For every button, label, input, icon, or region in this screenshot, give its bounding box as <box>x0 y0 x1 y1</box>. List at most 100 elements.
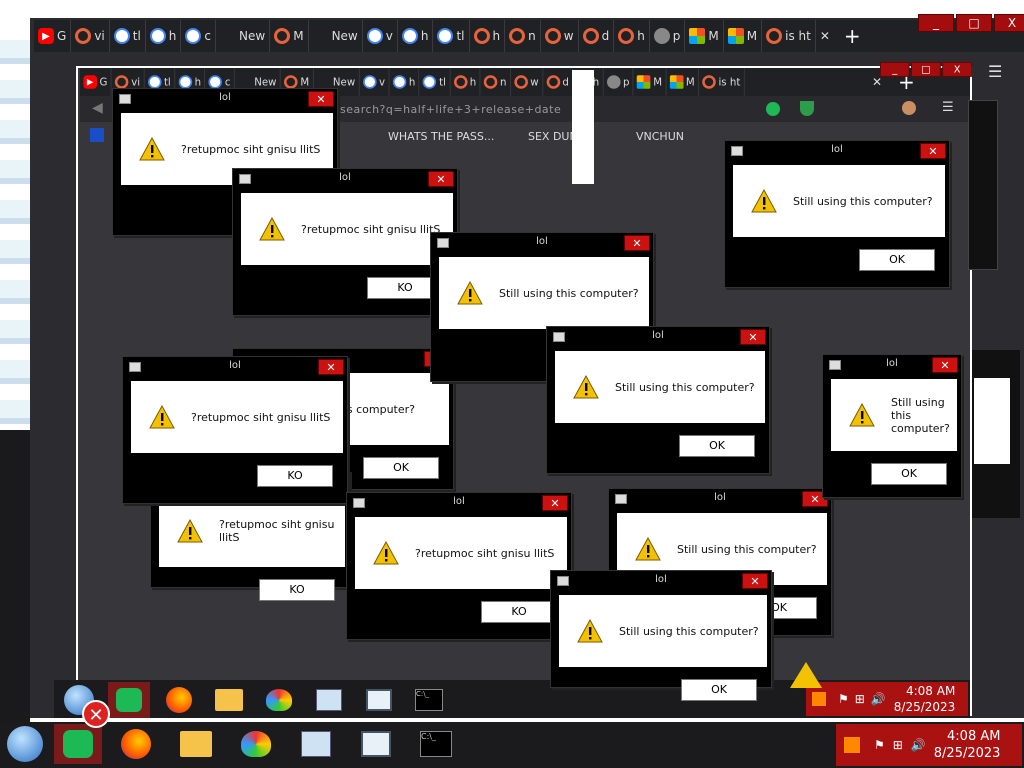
warning-icon[interactable] <box>844 737 860 753</box>
bookmark-2[interactable]: SEX DUN <box>528 130 578 143</box>
clock[interactable]: 4:08 AM 8/25/2023 <box>934 728 1007 762</box>
inner-chat-icon[interactable] <box>108 682 150 718</box>
dialog-titlebar[interactable]: lol✕ <box>551 571 771 593</box>
tab[interactable]: ▶ G <box>80 68 112 96</box>
dialog-titlebar[interactable]: lol✕ <box>823 355 961 377</box>
dialog-titlebar[interactable]: lol✕ <box>113 89 337 111</box>
tab[interactable]: d <box>579 20 615 52</box>
dialog-close-icon[interactable]: ✕ <box>932 357 958 373</box>
minimize-button[interactable]: _ <box>918 14 954 32</box>
dialog-ok-button[interactable]: KO <box>259 579 335 601</box>
tab[interactable]: p <box>650 20 686 52</box>
command-prompt-icon[interactable]: C:\_ <box>410 726 462 762</box>
address-text[interactable]: search?q=half+life+3+release+date <box>340 103 561 116</box>
inner-minimize-button[interactable]: _ <box>880 62 910 77</box>
bookmark-1[interactable]: WHATS THE PASS... <box>388 130 494 143</box>
tab[interactable]: w <box>511 68 543 96</box>
dialog-titlebar[interactable]: lol✕ <box>347 493 571 515</box>
tab[interactable]: p <box>603 68 634 96</box>
inner-warning-icon[interactable] <box>812 692 826 706</box>
tab[interactable]: tl <box>420 68 451 96</box>
close-button[interactable]: X <box>994 14 1024 32</box>
inner-clock[interactable]: 4:08 AM 8/25/2023 <box>894 683 962 715</box>
inner-paint-icon[interactable] <box>258 682 300 718</box>
dialog-ok-button[interactable]: KO <box>257 465 333 487</box>
inner-menu-icon[interactable]: ☰ <box>942 100 954 115</box>
tab[interactable]: n <box>480 68 511 96</box>
dialog-titlebar[interactable]: lol✕ <box>431 233 653 255</box>
dialog-titlebar[interactable]: lol✕ <box>609 489 831 511</box>
outer-menu-icon[interactable]: ☰ <box>988 62 1002 81</box>
tab[interactable]: n <box>505 20 541 52</box>
dialog-close-icon[interactable]: ✕ <box>742 573 768 589</box>
start-orb-icon[interactable] <box>4 726 46 762</box>
dialog-ok-button[interactable]: KO <box>481 601 557 623</box>
partial-dialog-ok-button[interactable]: OK <box>363 457 439 479</box>
dialog-ok-button[interactable]: OK <box>859 249 935 271</box>
dialog-close-icon[interactable]: ✕ <box>624 235 650 251</box>
notepad-icon[interactable] <box>350 726 402 762</box>
outer-new-tab-button[interactable]: + <box>834 24 871 48</box>
volume-icon[interactable]: 🔊 <box>911 738 926 752</box>
dialog-close-icon[interactable]: ✕ <box>920 143 946 159</box>
tab[interactable]: M <box>666 68 699 96</box>
maximize-button[interactable]: □ <box>956 14 992 32</box>
inner-maximize-button[interactable]: □ <box>911 62 941 77</box>
tab[interactable]: c <box>181 20 217 52</box>
task-manager-icon[interactable] <box>290 726 342 762</box>
shield-icon[interactable] <box>800 101 814 116</box>
tab[interactable]: M <box>724 20 763 52</box>
flag-icon[interactable]: ⚑ <box>874 738 885 752</box>
extension-icon[interactable] <box>766 102 780 116</box>
dialog-ok-button[interactable]: OK <box>679 435 755 457</box>
tab[interactable]: M <box>634 68 667 96</box>
inner-network-icon[interactable]: ⊞ <box>855 692 865 706</box>
tab[interactable]: w <box>541 20 579 52</box>
tab[interactable]: h <box>389 68 420 96</box>
dialog-titlebar[interactable]: lol✕ <box>547 327 769 349</box>
tab[interactable]: h <box>146 20 182 52</box>
tab[interactable]: New <box>216 20 271 52</box>
chat-icon[interactable] <box>54 724 102 764</box>
inner-notepad-icon[interactable] <box>358 682 400 718</box>
dialog-close-icon[interactable]: ✕ <box>542 495 568 511</box>
back-arrow-icon[interactable]: ◀ <box>92 100 103 116</box>
tab[interactable]: New <box>309 20 363 52</box>
tab[interactable]: vi <box>71 20 110 52</box>
dialog-close-icon[interactable]: ✕ <box>318 359 344 375</box>
dialog-titlebar[interactable]: lol✕ <box>233 169 457 191</box>
inner-volume-icon[interactable]: 🔊 <box>871 692 886 706</box>
inner-flag-icon[interactable]: ⚑ <box>838 692 849 706</box>
firefox-icon[interactable] <box>110 726 162 762</box>
dialog-ok-button[interactable]: OK <box>681 679 757 701</box>
dialog-titlebar[interactable]: lol✕ <box>725 141 949 163</box>
dialog-ok-button[interactable]: OK <box>871 463 947 485</box>
tab[interactable]: d <box>543 68 574 96</box>
tab[interactable]: ▶ G <box>34 20 72 52</box>
file-explorer-icon[interactable] <box>170 726 222 762</box>
tab[interactable]: h <box>470 20 506 52</box>
tab[interactable]: h <box>398 20 434 52</box>
tab[interactable]: v <box>363 20 398 52</box>
inner-task-manager-icon[interactable] <box>308 682 350 718</box>
network-icon[interactable]: ⊞ <box>893 738 903 752</box>
inner-firefox-icon[interactable] <box>158 682 200 718</box>
dialog-close-icon[interactable]: ✕ <box>428 171 454 187</box>
paint-icon[interactable] <box>230 726 282 762</box>
outer-tab-close-icon[interactable]: ✕ <box>816 20 834 52</box>
dialog-titlebar[interactable]: lol✕ <box>123 357 347 379</box>
dialog-close-icon[interactable]: ✕ <box>308 91 334 107</box>
inner-file-explorer-icon[interactable] <box>208 682 250 718</box>
tab[interactable]: v <box>359 68 390 96</box>
bookmark-3[interactable]: VNCHUN <box>636 130 684 143</box>
avatar[interactable] <box>902 101 916 115</box>
inner-command-prompt-icon[interactable]: C:\_ <box>408 682 450 718</box>
tab[interactable]: h <box>614 20 650 52</box>
tab[interactable]: is ht <box>762 20 816 52</box>
tab[interactable]: is ht <box>699 68 745 96</box>
tab[interactable]: M <box>685 20 724 52</box>
tab[interactable]: tl <box>433 20 470 52</box>
bookmark-apps-icon[interactable] <box>90 128 104 142</box>
tab[interactable]: M <box>270 20 309 52</box>
inner-close-button[interactable]: X <box>942 62 972 77</box>
